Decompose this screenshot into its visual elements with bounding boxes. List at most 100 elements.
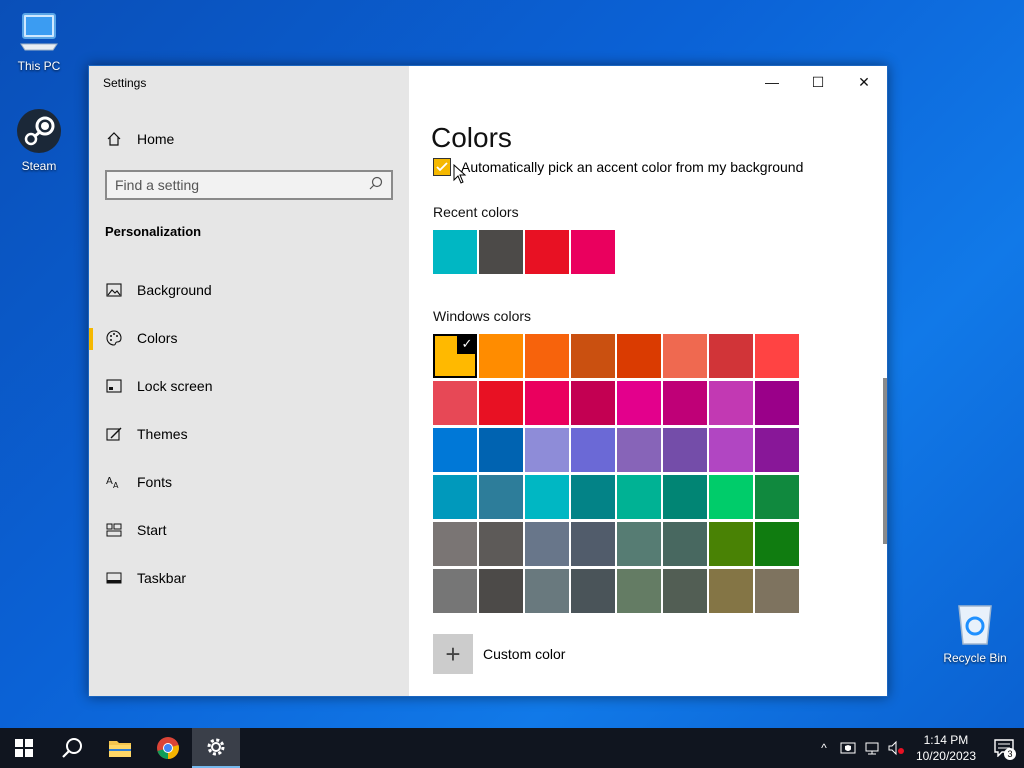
custom-color-button[interactable]: + Custom color <box>433 634 565 674</box>
show-hidden-icons-button[interactable]: ^ <box>812 728 836 768</box>
nav-list: Background Colors Lock screen Themes A A… <box>89 266 409 602</box>
network-icon[interactable] <box>860 728 884 768</box>
windows-color-swatch[interactable] <box>571 569 615 613</box>
gear-icon <box>207 738 225 756</box>
windows-color-swatch[interactable] <box>525 428 569 472</box>
chrome-button[interactable] <box>144 728 192 768</box>
sidebar-item-colors[interactable]: Colors <box>89 314 409 362</box>
windows-color-swatch[interactable] <box>433 428 477 472</box>
desktop-icon-recycle-bin[interactable]: Recycle Bin <box>940 602 1010 665</box>
recent-color-swatch[interactable] <box>525 230 569 274</box>
recent-color-swatch[interactable] <box>479 230 523 274</box>
windows-color-swatch[interactable] <box>709 569 753 613</box>
windows-color-swatch[interactable] <box>663 381 707 425</box>
sidebar-item-background[interactable]: Background <box>89 266 409 314</box>
sidebar-item-themes[interactable]: Themes <box>89 410 409 458</box>
windows-color-swatch[interactable] <box>479 428 523 472</box>
recent-colors-label: Recent colors <box>433 204 519 220</box>
sidebar-item-start[interactable]: Start <box>89 506 409 554</box>
windows-color-swatch[interactable] <box>525 381 569 425</box>
windows-color-swatch[interactable]: ✓ <box>433 334 477 378</box>
computer-icon <box>4 10 74 57</box>
volume-muted-icon[interactable] <box>884 728 908 768</box>
windows-color-swatch[interactable] <box>479 475 523 519</box>
windows-color-swatch[interactable] <box>617 475 661 519</box>
desktop-icon-this-pc[interactable]: This PC <box>4 10 74 73</box>
windows-color-swatch[interactable] <box>525 569 569 613</box>
windows-color-swatch[interactable] <box>755 475 799 519</box>
windows-color-swatch[interactable] <box>433 522 477 566</box>
notification-count-badge: 3 <box>1004 748 1016 760</box>
sidebar-item-label: Themes <box>137 426 188 442</box>
recent-color-swatch[interactable] <box>571 230 615 274</box>
sidebar-item-taskbar[interactable]: Taskbar <box>89 554 409 602</box>
windows-color-swatch[interactable] <box>709 475 753 519</box>
desktop-icon-steam[interactable]: Steam <box>4 108 74 173</box>
sidebar-item-lock-screen[interactable]: Lock screen <box>89 362 409 410</box>
windows-color-swatch[interactable] <box>663 334 707 378</box>
action-center-button[interactable]: 3 <box>984 728 1024 768</box>
minimize-button[interactable]: — <box>749 66 795 98</box>
windows-color-swatch[interactable] <box>479 334 523 378</box>
content-pane: — ☐ ✕ Colors Automatically pick an accen… <box>409 66 887 696</box>
windows-color-swatch[interactable] <box>755 428 799 472</box>
windows-color-swatch[interactable] <box>525 522 569 566</box>
start-button[interactable] <box>0 728 48 768</box>
recent-color-swatch[interactable] <box>433 230 477 274</box>
window-title: Settings <box>103 76 147 90</box>
security-icon[interactable] <box>836 728 860 768</box>
windows-color-swatch[interactable] <box>709 522 753 566</box>
windows-color-swatch[interactable] <box>525 334 569 378</box>
auto-accent-option[interactable]: Automatically pick an accent color from … <box>433 158 803 176</box>
windows-color-swatch[interactable] <box>617 381 661 425</box>
windows-color-swatch[interactable] <box>755 334 799 378</box>
windows-color-swatch[interactable] <box>709 381 753 425</box>
home-link[interactable]: Home <box>105 130 174 148</box>
windows-color-swatch[interactable] <box>709 428 753 472</box>
windows-color-swatch[interactable] <box>709 334 753 378</box>
clock[interactable]: 1:14 PM 10/20/2023 <box>908 732 984 764</box>
windows-color-swatch[interactable] <box>479 381 523 425</box>
search-box[interactable] <box>105 170 393 200</box>
windows-color-swatch[interactable] <box>755 522 799 566</box>
search-icon[interactable] <box>369 176 383 195</box>
windows-color-swatch[interactable] <box>663 428 707 472</box>
windows-color-swatch[interactable] <box>479 569 523 613</box>
search-icon <box>62 738 82 758</box>
windows-color-swatch[interactable] <box>571 428 615 472</box>
windows-color-swatch[interactable] <box>571 475 615 519</box>
windows-color-swatch[interactable] <box>755 381 799 425</box>
custom-color-label: Custom color <box>483 646 566 662</box>
windows-color-swatch[interactable] <box>571 522 615 566</box>
sidebar-item-fonts[interactable]: AA Fonts <box>89 458 409 506</box>
windows-color-swatch[interactable] <box>433 475 477 519</box>
windows-color-swatch[interactable] <box>433 569 477 613</box>
windows-color-swatch[interactable] <box>433 381 477 425</box>
settings-taskbar-button[interactable] <box>192 728 240 768</box>
windows-color-swatch[interactable] <box>663 522 707 566</box>
sidebar-item-label: Taskbar <box>137 570 187 586</box>
windows-color-swatch[interactable] <box>617 428 661 472</box>
close-button[interactable]: ✕ <box>841 66 887 98</box>
windows-color-swatch[interactable] <box>617 334 661 378</box>
windows-color-swatch[interactable] <box>479 522 523 566</box>
search-taskbar-button[interactable] <box>48 728 96 768</box>
windows-color-swatch[interactable] <box>617 522 661 566</box>
start-icon <box>105 521 123 539</box>
windows-color-swatch[interactable] <box>663 569 707 613</box>
windows-color-swatch[interactable] <box>571 381 615 425</box>
windows-color-swatch[interactable] <box>617 569 661 613</box>
maximize-button[interactable]: ☐ <box>795 66 841 98</box>
windows-logo-icon <box>15 739 33 757</box>
windows-color-swatch[interactable] <box>663 475 707 519</box>
page-title: Colors <box>431 122 512 153</box>
windows-color-swatch[interactable] <box>571 334 615 378</box>
windows-color-swatch[interactable] <box>755 569 799 613</box>
clock-date: 10/20/2023 <box>915 749 976 763</box>
scrollbar[interactable] <box>883 378 887 544</box>
file-explorer-button[interactable] <box>96 728 144 768</box>
search-input[interactable] <box>115 177 369 193</box>
auto-accent-checkbox[interactable] <box>433 158 451 176</box>
section-title: Personalization <box>105 224 202 239</box>
windows-color-swatch[interactable] <box>525 475 569 519</box>
